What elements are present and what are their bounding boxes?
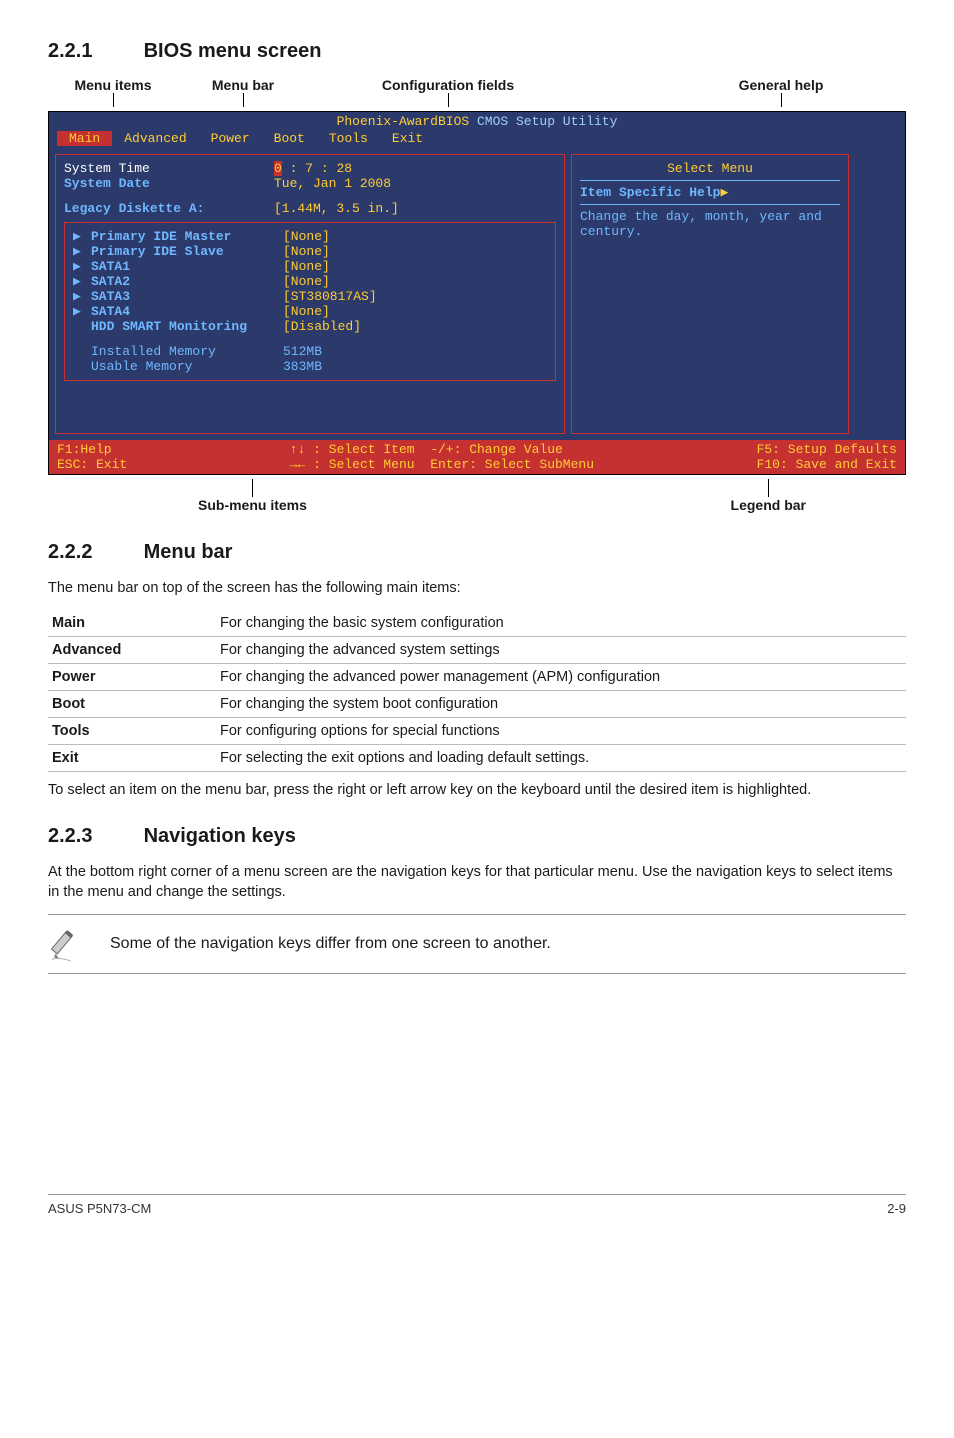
table-row: PowerFor changing the advanced power man… [48, 664, 906, 691]
table-row: BootFor changing the system boot configu… [48, 691, 906, 718]
row-sata2[interactable]: ▶SATA2[None] [73, 274, 547, 289]
pencil-icon [48, 925, 86, 963]
bios-menubar: Main Advanced Power Boot Tools Exit [49, 131, 905, 148]
footer-right: 2-9 [887, 1201, 906, 1216]
note-box: Some of the navigation keys differ from … [48, 914, 906, 974]
label-submenu-items: Sub-menu items [198, 497, 307, 513]
bios-tab-exit[interactable]: Exit [380, 131, 435, 146]
arrow-icon: ▶ [73, 229, 91, 244]
bios-title-left: Phoenix-AwardBIOS [337, 114, 470, 129]
table-row: MainFor changing the basic system config… [48, 610, 906, 637]
figure-top-labels: Menu items Menu bar Configuration fields… [48, 77, 906, 107]
bios-help-panel: Select Menu Item Specific Help▶ Change t… [571, 154, 849, 434]
row-primary-ide-slave[interactable]: ▶Primary IDE Slave[None] [73, 244, 547, 259]
section-heading-223: 2.2.3 Navigation keys [48, 825, 906, 848]
label-menu-items: Menu items [74, 77, 151, 93]
menu-bar-intro: The menu bar on top of the screen has th… [48, 578, 906, 598]
table-row: ExitFor selecting the exit options and l… [48, 745, 906, 772]
arrow-right-icon: ▶ [720, 185, 728, 200]
bios-legend-bar: F1:Help ESC: Exit ↑↓ : Select Item -/+: … [49, 440, 905, 474]
bios-screenshot: Phoenix-AwardBIOS CMOS Setup Utility Mai… [48, 111, 906, 475]
bios-tab-power[interactable]: Power [199, 131, 262, 146]
bios-left-column: System Time 0 : 7 : 28 System Date Tue, … [55, 154, 565, 434]
label-system-date: System Date [64, 176, 274, 191]
table-row: AdvancedFor changing the advanced system… [48, 637, 906, 664]
value-legacy-diskette: [1.44M, 3.5 in.] [274, 201, 399, 216]
legend-col-1: F1:Help ESC: Exit [57, 442, 127, 472]
legend-col-3: F5: Setup Defaults F10: Save and Exit [757, 442, 897, 472]
section-number: 2.2.2 [48, 541, 138, 564]
section-title: Navigation keys [144, 825, 296, 847]
label-legacy-diskette: Legacy Diskette A: [64, 201, 274, 216]
section-title: Menu bar [144, 541, 233, 563]
section-number: 2.2.3 [48, 825, 138, 848]
row-sata3[interactable]: ▶SATA3[ST380817AS] [73, 289, 547, 304]
bios-body: System Time 0 : 7 : 28 System Date Tue, … [49, 148, 905, 440]
value-system-date: Tue, Jan 1 2008 [274, 176, 391, 191]
bios-title-right: CMOS Setup Utility [469, 114, 617, 129]
table-row: ToolsFor configuring options for special… [48, 718, 906, 745]
arrow-icon: ▶ [73, 274, 91, 289]
arrow-icon: ▶ [73, 289, 91, 304]
bios-title: Phoenix-AwardBIOS CMOS Setup Utility [49, 112, 905, 131]
row-installed-memory: Installed Memory512MB [73, 344, 547, 359]
section-heading-221: 2.2.1 BIOS menu screen [48, 40, 906, 63]
note-text: Some of the navigation keys differ from … [110, 935, 551, 953]
label-legend-bar: Legend bar [731, 497, 806, 513]
bios-tab-tools[interactable]: Tools [317, 131, 380, 146]
help-item-label: Item Specific Help▶ [580, 185, 840, 200]
row-hdd-smart[interactable]: HDD SMART Monitoring[Disabled] [73, 319, 547, 334]
bios-main-panel: System Time 0 : 7 : 28 System Date Tue, … [55, 154, 565, 434]
row-system-date[interactable]: System Date Tue, Jan 1 2008 [64, 176, 556, 191]
bios-tab-advanced[interactable]: Advanced [112, 131, 198, 146]
section-heading-222: 2.2.2 Menu bar [48, 541, 906, 564]
bios-submenu-group: ▶Primary IDE Master[None] ▶Primary IDE S… [64, 222, 556, 381]
nav-keys-text: At the bottom right corner of a menu scr… [48, 862, 906, 903]
row-primary-ide-master[interactable]: ▶Primary IDE Master[None] [73, 229, 547, 244]
label-config-fields: Configuration fields [382, 77, 514, 93]
row-legacy-diskette[interactable]: Legacy Diskette A: [1.44M, 3.5 in.] [64, 201, 556, 216]
row-system-time[interactable]: System Time 0 : 7 : 28 [64, 161, 556, 176]
section-number: 2.2.1 [48, 40, 138, 63]
menu-bar-definitions-table: MainFor changing the basic system config… [48, 610, 906, 772]
legend-col-2: ↑↓ : Select Item -/+: Change Value →← : … [290, 442, 594, 472]
arrow-icon: ▶ [73, 259, 91, 274]
help-body: Change the day, month, year and century. [580, 209, 840, 239]
bios-tab-boot[interactable]: Boot [262, 131, 317, 146]
arrow-icon: ▶ [73, 304, 91, 319]
help-title: Select Menu [580, 161, 840, 176]
section-title: BIOS menu screen [144, 40, 322, 62]
page-footer: ASUS P5N73-CM 2-9 [48, 1194, 906, 1216]
bios-tab-main[interactable]: Main [57, 131, 112, 146]
label-system-time: System Time [64, 161, 274, 176]
arrow-icon: ▶ [73, 244, 91, 259]
row-usable-memory: Usable Memory383MB [73, 359, 547, 374]
figure-bottom-labels: Sub-menu items Legend bar [48, 479, 906, 513]
label-general-help: General help [739, 77, 824, 93]
footer-left: ASUS P5N73-CM [48, 1201, 151, 1216]
label-menu-bar: Menu bar [212, 77, 274, 93]
value-system-time: 0 : 7 : 28 [274, 161, 352, 176]
menu-bar-after: To select an item on the menu bar, press… [48, 780, 906, 800]
row-sata4[interactable]: ▶SATA4[None] [73, 304, 547, 319]
row-sata1[interactable]: ▶SATA1[None] [73, 259, 547, 274]
